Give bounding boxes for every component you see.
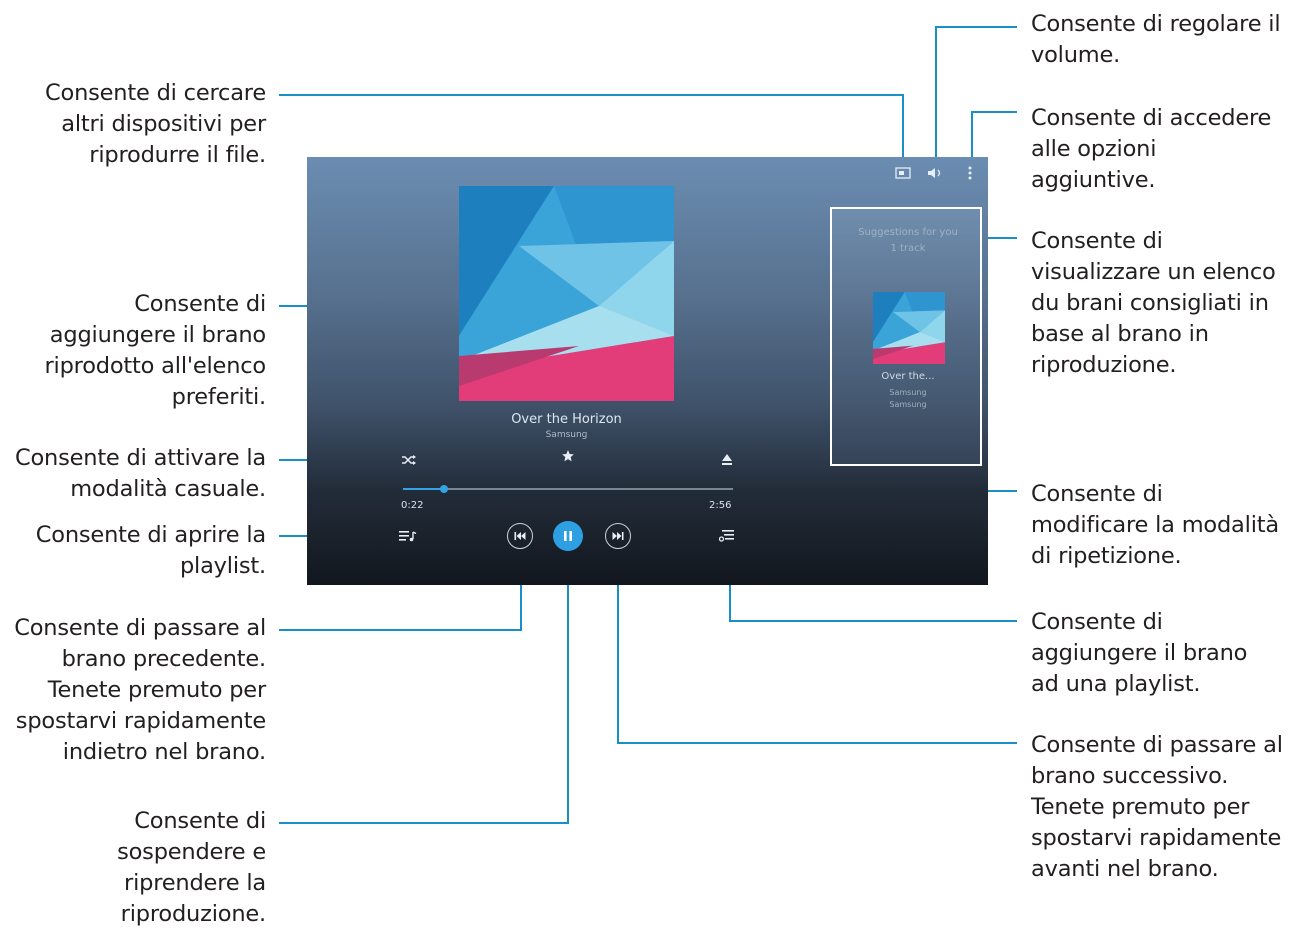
progress-fill bbox=[403, 488, 445, 490]
add-to-playlist-icon[interactable] bbox=[717, 527, 737, 545]
callout-shuffle: Consente di attivare la modalità casuale… bbox=[14, 445, 266, 502]
leader-pause bbox=[279, 554, 569, 824]
suggestion-artist: Samsung bbox=[889, 388, 927, 397]
pause-icon bbox=[564, 531, 572, 541]
suggestion-album: Samsung bbox=[889, 400, 927, 409]
previous-track-icon bbox=[514, 532, 526, 540]
callout-pause: Consente di sospendere e riprendere la r… bbox=[117, 808, 266, 927]
screen-mirroring-icon[interactable] bbox=[892, 163, 914, 183]
callout-search-devices: Consente di cercare altri dispositivi pe… bbox=[45, 80, 266, 168]
repeat-icon[interactable] bbox=[719, 451, 735, 467]
previous-button[interactable] bbox=[507, 523, 533, 549]
callout-suggestions: Consente di visualizzare un elenco du br… bbox=[1031, 228, 1276, 378]
star-icon[interactable] bbox=[559, 447, 577, 465]
shuffle-icon[interactable] bbox=[399, 453, 419, 467]
suggestions-panel[interactable]: Suggestions for you 1 track Over the... … bbox=[830, 207, 982, 466]
leader-volume bbox=[935, 26, 1017, 170]
next-button[interactable] bbox=[605, 523, 631, 549]
time-total: 2:56 bbox=[709, 500, 732, 511]
progress-bar[interactable] bbox=[403, 485, 733, 493]
pause-button[interactable] bbox=[553, 521, 583, 551]
callout-add-to-playlist: Consente di aggiungere il brano ad una p… bbox=[1031, 609, 1248, 697]
callout-repeat: Consente di modificare la modalità di ri… bbox=[1031, 481, 1279, 569]
progress-handle[interactable] bbox=[440, 485, 449, 493]
volume-icon[interactable] bbox=[925, 163, 947, 183]
more-options-icon[interactable] bbox=[963, 163, 977, 183]
album-art bbox=[459, 186, 674, 401]
callout-next: Consente di passare al brano successivo.… bbox=[1031, 732, 1283, 882]
suggestion-album-thumbnail[interactable] bbox=[873, 292, 945, 364]
callout-favorites: Consente di aggiungere il brano riprodot… bbox=[44, 291, 266, 410]
callout-playlist: Consente di aprire la playlist. bbox=[35, 522, 266, 579]
suggestions-title: Suggestions for you 1 track bbox=[858, 227, 958, 254]
next-track-icon bbox=[612, 532, 624, 540]
suggestion-track-title: Over the... bbox=[881, 371, 935, 382]
time-elapsed: 0:22 bbox=[401, 500, 424, 511]
playlist-icon[interactable] bbox=[397, 527, 419, 545]
callout-volume: Consente di regolare il volume. bbox=[1031, 11, 1281, 68]
callout-more-options: Consente di accedere alle opzioni aggiun… bbox=[1031, 105, 1272, 193]
callout-previous: Consente di passare al brano precedente.… bbox=[14, 615, 266, 765]
music-player-screen: Over the Horizon Samsung 0:22 2:56 Sugge… bbox=[307, 157, 988, 585]
track-title: Over the Horizon bbox=[511, 412, 622, 427]
track-artist: Samsung bbox=[545, 430, 588, 440]
